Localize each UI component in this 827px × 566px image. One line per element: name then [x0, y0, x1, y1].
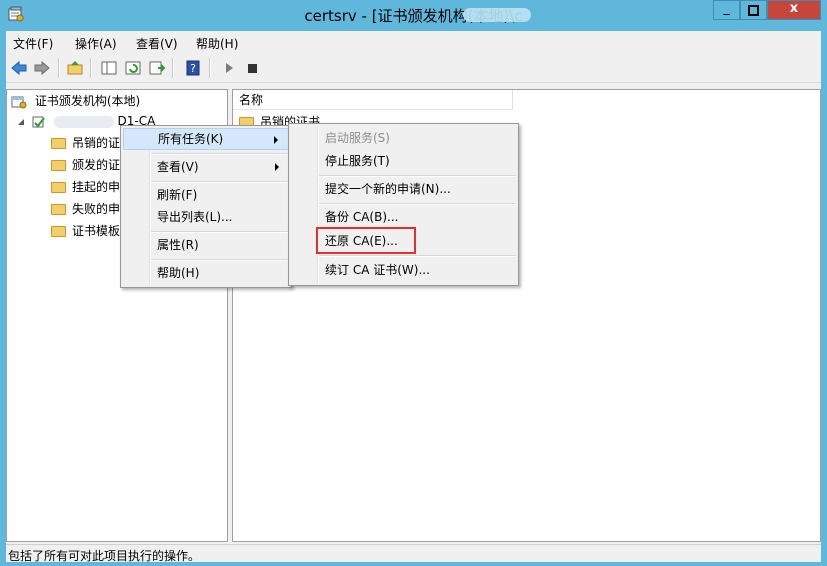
redacted-ca-name	[53, 115, 114, 128]
toolbar-separator	[209, 58, 211, 78]
menu-separator	[151, 259, 289, 261]
close-button[interactable]: x	[767, 0, 821, 20]
menu-separator	[151, 181, 289, 183]
menu-item-stop-service[interactable]: 停止服务(T)	[291, 150, 516, 172]
tree-item-issued[interactable]: 颁发的证	[51, 155, 120, 175]
menu-action[interactable]: 操作(A)	[75, 35, 117, 52]
menu-separator	[319, 175, 516, 177]
status-text: 包括了所有可对此项目执行的操作。	[8, 549, 201, 563]
minimize-button[interactable]: _	[713, 0, 740, 20]
window-title: certsrv - [证书颁发机构(本地)\c	[304, 7, 523, 25]
collapse-arrow-icon[interactable]	[17, 118, 25, 126]
maximize-button[interactable]	[740, 0, 767, 20]
mmc-window: certsrv - [证书颁发机构(本地)\c _ x 文件(F) 操作(A) …	[0, 0, 827, 566]
menu-separator	[319, 203, 516, 205]
menu-item-renew-ca-certificate[interactable]: 续订 CA 证书(W)...	[291, 259, 516, 281]
menu-item-label: 备份 CA(B)...	[325, 210, 399, 224]
tree-item-label: 吊销的证	[72, 136, 121, 150]
tree-item-label: 证书模板	[72, 224, 121, 238]
tree-item-revoked[interactable]: 吊销的证	[51, 133, 120, 153]
client-area: 文件(F) 操作(A) 查看(V) 帮助(H) ? 证书颁发机构(本地) D1-…	[6, 31, 821, 563]
menu-separator	[151, 153, 289, 155]
menu-item-label: 所有任务(K)	[158, 132, 224, 146]
menu-item-backup-ca[interactable]: 备份 CA(B)...	[291, 206, 516, 228]
menu-item-label: 刷新(F)	[157, 188, 198, 202]
tree-item-label: 失败的申	[72, 202, 121, 216]
menu-item-label: 续订 CA 证书(W)...	[325, 263, 430, 277]
stop-icon[interactable]	[244, 60, 262, 76]
play-icon[interactable]	[220, 60, 238, 76]
menu-item-label: 帮助(H)	[157, 266, 200, 280]
menu-separator	[151, 231, 289, 233]
menu-item-refresh[interactable]: 刷新(F)	[123, 184, 289, 206]
ca-server-icon	[32, 116, 45, 128]
tree-item-failed[interactable]: 失败的申	[51, 199, 120, 219]
context-menu: 所有任务(K) 查看(V) 刷新(F) 导出列表(L)... 属性(R) 帮助(…	[120, 125, 292, 288]
toolbar-separator	[58, 58, 60, 78]
menu-item-label: 启动服务(S)	[325, 131, 390, 145]
folder-icon	[51, 182, 66, 193]
tree-item-pending[interactable]: 挂起的申	[51, 177, 120, 197]
redacted-title-region	[463, 8, 531, 22]
toolbar-separator	[90, 58, 92, 78]
menu-separator	[319, 255, 516, 257]
menu-item-view[interactable]: 查看(V)	[123, 156, 289, 178]
menu-item-label: 属性(R)	[157, 238, 199, 252]
tree-root[interactable]: 证书颁发机构(本地)	[11, 91, 140, 111]
certificate-authority-icon	[11, 96, 27, 108]
all-tasks-submenu: 启动服务(S) 停止服务(T) 提交一个新的申请(N)... 备份 CA(B).…	[288, 123, 519, 286]
toolbar: ?	[6, 54, 821, 83]
menu-bar: 文件(F) 操作(A) 查看(V) 帮助(H)	[6, 31, 821, 53]
annotation-highlight-box	[316, 227, 416, 254]
tree-root-label: 证书颁发机构(本地)	[34, 94, 141, 108]
title-bar[interactable]: certsrv - [证书颁发机构(本地)\c _ x	[0, 0, 827, 30]
maximize-icon	[748, 5, 759, 16]
menu-item-all-tasks[interactable]: 所有任务(K)	[123, 128, 289, 150]
help-icon[interactable]: ?	[184, 60, 202, 76]
menu-view[interactable]: 查看(V)	[136, 35, 178, 52]
status-bar: 包括了所有可对此项目执行的操作。	[6, 544, 821, 563]
tree-item-label: 挂起的申	[72, 180, 121, 194]
toolbar-separator	[172, 58, 174, 78]
back-arrow-icon[interactable]	[10, 60, 28, 76]
up-folder-icon[interactable]	[66, 60, 84, 76]
refresh-icon[interactable]	[124, 60, 142, 76]
forward-arrow-icon[interactable]	[33, 60, 51, 76]
folder-icon	[51, 160, 66, 171]
show-hide-tree-icon[interactable]	[100, 60, 118, 76]
tree-item-templates[interactable]: 证书模板	[51, 221, 120, 241]
svg-text:?: ?	[190, 62, 196, 75]
folder-icon	[51, 226, 66, 237]
menu-item-properties[interactable]: 属性(R)	[123, 234, 289, 256]
export-list-icon[interactable]	[148, 60, 166, 76]
menu-item-label: 停止服务(T)	[325, 154, 390, 168]
menu-item-submit-request[interactable]: 提交一个新的申请(N)...	[291, 178, 516, 200]
folder-icon	[51, 138, 66, 149]
folder-icon	[51, 204, 66, 215]
submenu-arrow-icon	[274, 136, 278, 144]
menu-item-label: 查看(V)	[157, 160, 199, 174]
menu-help[interactable]: 帮助(H)	[196, 35, 238, 52]
menu-item-start-service: 启动服务(S)	[291, 127, 516, 149]
menu-item-label: 导出列表(L)...	[157, 210, 233, 224]
menu-item-label: 提交一个新的申请(N)...	[325, 182, 451, 196]
menu-item-export-list[interactable]: 导出列表(L)...	[123, 206, 289, 228]
menu-file[interactable]: 文件(F)	[13, 35, 53, 52]
tree-item-label: 颁发的证	[72, 158, 121, 172]
menu-item-help[interactable]: 帮助(H)	[123, 262, 289, 284]
submenu-arrow-icon	[275, 163, 279, 171]
column-header-name[interactable]: 名称	[233, 90, 513, 110]
